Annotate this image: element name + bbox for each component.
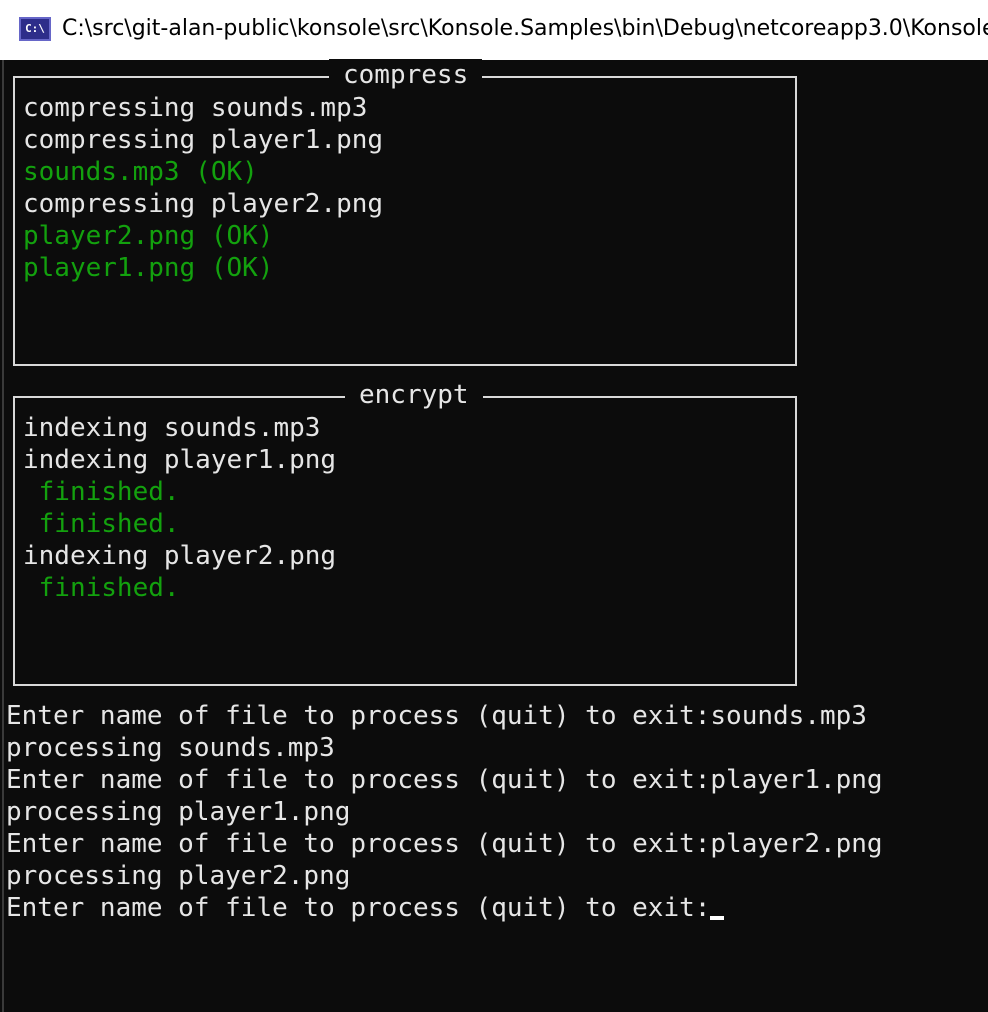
output-line: Enter name of file to process (quit) to … <box>6 829 883 859</box>
encrypt-line-ok: finished. <box>23 573 180 603</box>
input-prompt-line[interactable]: Enter name of file to process (quit) to … <box>6 892 883 924</box>
console-output: Enter name of file to process (quit) to … <box>6 700 883 924</box>
encrypt-line: indexing player1.png <box>23 445 337 475</box>
console-area[interactable]: compress compressing sounds.mp3 compress… <box>2 59 988 1012</box>
encrypt-panel-title: encrypt <box>345 379 483 411</box>
encrypt-line: indexing sounds.mp3 <box>23 413 321 443</box>
compress-panel-title: compress <box>329 59 483 91</box>
output-line: processing player2.png <box>6 861 351 891</box>
compress-line-ok: player1.png (OK) <box>23 253 274 283</box>
compress-panel-lines: compressing sounds.mp3 compressing playe… <box>23 92 383 284</box>
encrypt-line-ok: finished. <box>23 477 180 507</box>
encrypt-panel-lines: indexing sounds.mp3 indexing player1.png… <box>23 412 336 604</box>
output-line: processing sounds.mp3 <box>6 733 335 763</box>
input-prompt: Enter name of file to process (quit) to … <box>6 893 711 923</box>
compress-line: compressing player1.png <box>23 125 384 155</box>
output-line: processing player1.png <box>6 797 351 827</box>
output-line: Enter name of file to process (quit) to … <box>6 765 883 795</box>
text-cursor <box>710 916 725 920</box>
console-app-icon[interactable]: C:\ <box>19 17 51 41</box>
encrypt-panel: encrypt indexing sounds.mp3 indexing pla… <box>13 379 797 686</box>
compress-panel: compress compressing sounds.mp3 compress… <box>13 59 797 366</box>
compress-line-ok: player2.png (OK) <box>23 221 274 251</box>
compress-line-ok: sounds.mp3 (OK) <box>23 157 258 187</box>
encrypt-line-ok: finished. <box>23 509 180 539</box>
compress-line: compressing sounds.mp3 <box>23 93 368 123</box>
compress-line: compressing player2.png <box>23 189 384 219</box>
window-title: C:\src\git-alan-public\konsole\src\Konso… <box>62 16 988 41</box>
output-line: Enter name of file to process (quit) to … <box>6 701 867 731</box>
window-titlebar[interactable]: C:\ C:\src\git-alan-public\konsole\src\K… <box>0 0 988 60</box>
encrypt-line: indexing player2.png <box>23 541 337 571</box>
